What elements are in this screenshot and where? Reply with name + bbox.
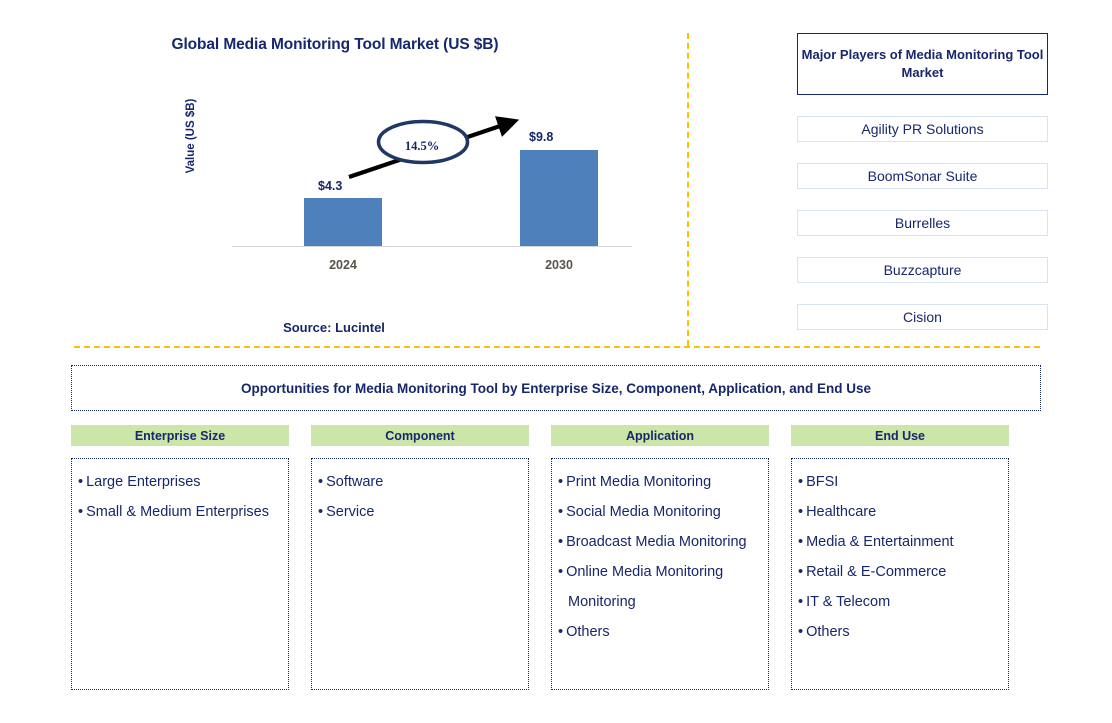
list-item: • BFSI <box>798 467 1002 497</box>
column-enterprise-size: Enterprise Size • Large Enterprises • Smal… <box>71 425 289 690</box>
player-label: Buzzcapture <box>883 262 962 278</box>
list-item-label: IT & Telecom <box>806 594 891 610</box>
list-item: • Online Media Monitoring Monitoring <box>558 557 762 617</box>
bullet-icon: • <box>798 534 804 550</box>
chart-title: Global Media Monitoring Tool Market (US … <box>171 36 499 53</box>
column-header-component: Component <box>311 425 529 446</box>
list-item: • Others <box>798 617 1002 647</box>
x-axis-tick-2030: 2030 <box>545 258 573 272</box>
list-item-label: Others <box>806 624 850 640</box>
x-axis-line <box>232 246 632 247</box>
list-item-label: Software <box>326 474 384 490</box>
bullet-icon: • <box>798 594 804 610</box>
major-players-header: Major Players of Media Monitoring Tool M… <box>797 33 1048 95</box>
list-item-label: Others <box>566 624 610 640</box>
opportunity-columns: Enterprise Size • Large Enterprises • Smal… <box>71 425 1041 690</box>
column-header-enterprise-size: Enterprise Size <box>71 425 289 446</box>
list-item-label: Broadcast Media Monitoring <box>566 534 747 550</box>
cagr-value-label: 14.5% <box>404 139 440 153</box>
list-item-label: Retail & E-Commerce <box>806 564 947 580</box>
list-item: • Small & Medium Enterprises <box>78 497 282 527</box>
list-item-label: Large Enterprises <box>86 474 201 490</box>
infographic-page: Global Media Monitoring Tool Market (US … <box>0 0 1112 723</box>
list-item: • Healthcare <box>798 497 1002 527</box>
column-end-use: End Use • BFSI • Healthcare • Media & Enter… <box>791 425 1009 690</box>
list-item: • IT & Telecom <box>798 587 1002 617</box>
bar-chart-plot-area: Value (US $B) $4.3 $9.8 2024 2030 14.5% <box>185 99 632 272</box>
list-item-label: Social Media Monitoring <box>566 504 721 520</box>
player-item-agility-pr-solutions[interactable]: Agility PR Solutions <box>797 116 1048 142</box>
list-item: • Print Media Monitoring <box>558 467 762 497</box>
list-item: • Software <box>318 467 522 497</box>
column-header-application: Application <box>551 425 769 446</box>
player-label: Agility PR Solutions <box>861 121 984 137</box>
player-item-burrelles[interactable]: Burrelles <box>797 210 1048 236</box>
opportunities-banner: Opportunities for Media Monitoring Tool … <box>71 365 1041 411</box>
list-item-label: Small & Medium Enterprises <box>86 504 269 520</box>
list-item-label: Media & Entertainment <box>806 534 954 550</box>
list-item-label: BFSI <box>806 474 839 490</box>
bullet-icon: • <box>78 504 84 520</box>
bullet-icon: • <box>798 474 804 490</box>
major-players-panel: Major Players of Media Monitoring Tool M… <box>797 33 1048 330</box>
bullet-icon: • <box>78 474 84 490</box>
player-label: Burrelles <box>894 215 951 231</box>
bullet-icon: • <box>558 474 564 490</box>
column-body-end-use: • BFSI • Healthcare • Media & Entertainment… <box>791 458 1009 690</box>
list-item-label: Online Media Monitoring Monitoring <box>566 564 724 610</box>
market-chart-panel: Global Media Monitoring Tool Market (US … <box>0 0 688 347</box>
column-body-application: • Print Media Monitoring • Social Media Mo… <box>551 458 769 690</box>
list-item: • Large Enterprises <box>78 467 282 497</box>
list-item: • Broadcast Media Monitoring <box>558 527 762 557</box>
player-label: BoomSonar Suite <box>867 168 978 184</box>
bullet-icon: • <box>318 474 324 490</box>
list-item: • Media & Entertainment <box>798 527 1002 557</box>
player-item-buzzcapture[interactable]: Buzzcapture <box>797 257 1048 283</box>
bullet-icon: • <box>798 564 804 580</box>
bullet-icon: • <box>558 534 564 550</box>
player-item-boomsonar-suite[interactable]: BoomSonar Suite <box>797 163 1048 189</box>
column-body-enterprise-size: • Large Enterprises • Small & Medium Enter… <box>71 458 289 690</box>
bar-value-2024: $4.3 <box>318 179 343 193</box>
list-item-label: Service <box>326 504 375 520</box>
list-item: • Service <box>318 497 522 527</box>
x-axis-tick-2024: 2024 <box>329 258 357 272</box>
bullet-icon: • <box>318 504 324 520</box>
list-item-label: Healthcare <box>806 504 877 520</box>
bar-2024 <box>304 198 382 246</box>
horizontal-divider <box>74 346 1040 348</box>
bullet-icon: • <box>798 624 804 640</box>
bullet-icon: • <box>558 564 564 580</box>
y-axis-label: Value (US $B) <box>185 98 197 174</box>
list-item: • Retail & E-Commerce <box>798 557 1002 587</box>
column-body-component: • Software • Service <box>311 458 529 690</box>
bullet-icon: • <box>558 624 564 640</box>
list-item: • Social Media Monitoring <box>558 497 762 527</box>
column-component: Component • Software • Service <box>311 425 529 690</box>
player-item-cision[interactable]: Cision <box>797 304 1048 330</box>
player-label: Cision <box>903 309 942 325</box>
vertical-divider <box>687 33 689 346</box>
column-application: Application • Print Media Monitoring • Soc… <box>551 425 769 690</box>
bullet-icon: • <box>798 504 804 520</box>
bullet-icon: • <box>558 504 564 520</box>
source-label: Source: Lucintel <box>283 320 385 335</box>
column-header-end-use: End Use <box>791 425 1009 446</box>
list-item-label: Print Media Monitoring <box>566 474 712 490</box>
list-item: • Others <box>558 617 762 647</box>
